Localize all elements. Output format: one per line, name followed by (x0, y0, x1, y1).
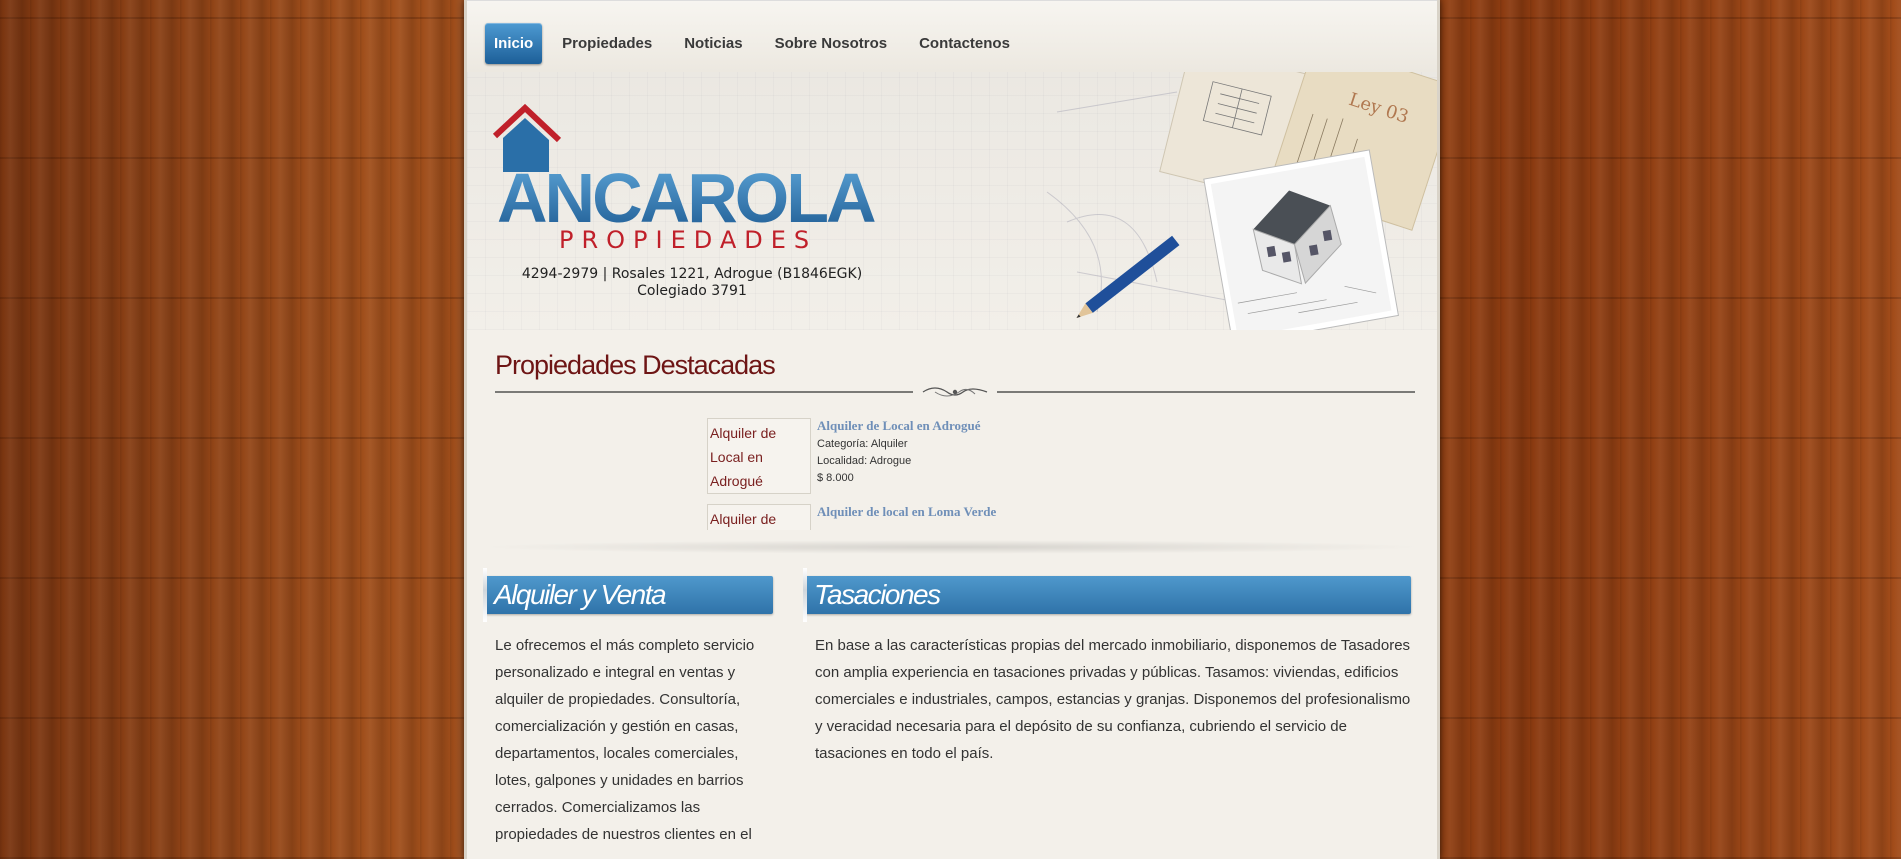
contact-license: Colegiado 3791 (637, 283, 747, 299)
rental-sales-heading: Alquiler y Venta (483, 568, 773, 622)
property-location: Localidad: Adrogue (817, 455, 912, 467)
featured-properties-title: Propiedades Destacadas (495, 350, 776, 380)
appraisals-heading: Tasaciones (803, 568, 1411, 622)
property-price: $ 8.000 (817, 472, 854, 484)
property-details: Alquiler de local en Loma Verde (817, 504, 996, 530)
property-card[interactable]: Alquiler de Alquiler de local en Loma Ve… (707, 504, 1037, 530)
section-separator (477, 540, 1427, 554)
nav-item-contactenos[interactable]: Contactenos (903, 23, 1026, 64)
ornament-divider (495, 387, 1415, 397)
property-category: Categoría: Alquiler (817, 438, 908, 450)
property-details: Alquiler de Local en Adrogué Categoría: … (817, 418, 980, 494)
property-image[interactable]: Alquiler de Local en Adrogué (707, 418, 811, 494)
nav-item-propiedades[interactable]: Propiedades (546, 23, 668, 64)
rental-sales-section: Alquiler y Venta Le ofrecemos el más com… (483, 568, 773, 848)
appraisals-text: En base a las características propias de… (815, 637, 1411, 762)
rental-sales-text: Le ofrecemos el más completo servicio pe… (495, 637, 755, 843)
blueprint-house-illustration: Ley 03 (1046, 72, 1437, 330)
logo-subtitle: PROPIEDADES (559, 226, 817, 252)
property-image[interactable]: Alquiler de (707, 504, 811, 530)
nav-item-noticias[interactable]: Noticias (668, 23, 758, 64)
property-title-link[interactable]: Alquiler de local en Loma Verde (817, 504, 996, 520)
page-container: Inicio Propiedades Noticias Sobre Nosotr… (464, 0, 1440, 859)
property-card[interactable]: Alquiler de Local en Adrogué Alquiler de… (707, 418, 1037, 494)
nav-item-sobre-nosotros[interactable]: Sobre Nosotros (759, 23, 904, 64)
top-navigation: Inicio Propiedades Noticias Sobre Nosotr… (467, 0, 1437, 73)
ancarola-logo[interactable]: ANCAROLA PROPIEDADES (493, 102, 893, 252)
contact-address: 4294-2979 | Rosales 1221, Adrogue (B1846… (521, 266, 863, 282)
appraisals-section: Tasaciones En base a las características… (803, 568, 1411, 767)
main-menu: Inicio Propiedades Noticias Sobre Nosotr… (485, 23, 1026, 64)
property-title-link[interactable]: Alquiler de Local en Adrogué (817, 418, 980, 434)
nav-item-inicio[interactable]: Inicio (485, 23, 543, 64)
contact-info: 4294-2979 | Rosales 1221, Adrogue (B1846… (519, 266, 865, 300)
featured-properties-scroller[interactable]: Alquiler de Local en Adrogué Alquiler de… (707, 418, 1037, 530)
site-header: ANCAROLA PROPIEDADES 4294-2979 | Rosales… (467, 72, 1437, 330)
